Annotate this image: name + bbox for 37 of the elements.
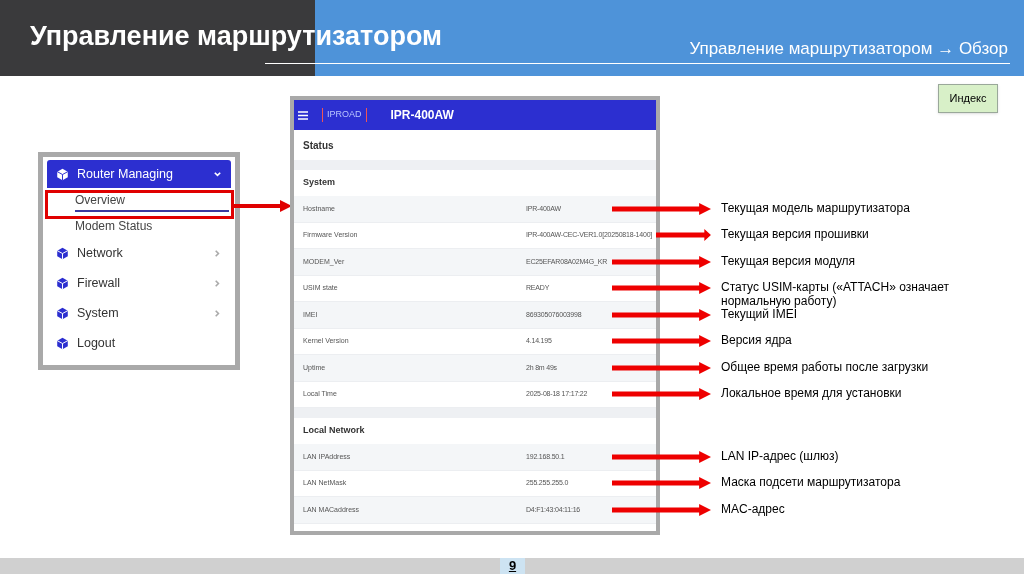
annotation: Маска подсети маршрутизатора xyxy=(721,475,902,490)
submenu-item[interactable]: Overview xyxy=(75,189,229,212)
logo: IPROAD xyxy=(322,108,367,122)
device-model: IPR-400AW xyxy=(390,107,454,124)
pointer-arrow xyxy=(656,229,711,242)
menu-item[interactable]: Network xyxy=(47,238,231,268)
menu-item[interactable]: Firewall xyxy=(47,268,231,298)
page-number: 9 xyxy=(500,558,525,574)
annotation: MAC-адрес xyxy=(721,501,786,516)
menu-item[interactable]: Router Managing xyxy=(47,160,231,188)
page-title: Status xyxy=(303,138,334,153)
section-title: System xyxy=(303,176,336,190)
chevron-right-icon xyxy=(213,278,222,288)
menu-item[interactable]: System xyxy=(47,298,231,328)
chevron-right-icon xyxy=(213,308,222,318)
chevron-down-icon xyxy=(213,169,222,179)
annotation: Текущая модель маршрутизатора xyxy=(721,200,911,215)
breadcrumb: Управление маршрутизатором → Обзор xyxy=(689,38,1008,60)
cube-icon xyxy=(56,167,69,181)
annotation: Текущая версия модуля xyxy=(721,253,857,268)
annotation: Версия ядра xyxy=(721,333,793,348)
chevron-right-icon xyxy=(213,248,222,258)
index-button[interactable]: Индекс xyxy=(938,84,998,113)
pointer-arrow xyxy=(234,199,292,213)
annotation: Общее время работы после загрузки xyxy=(721,359,930,374)
cube-icon xyxy=(56,306,69,320)
annotation: Статус USIM-карты («ATTACH» означает нормальную работу) xyxy=(721,280,950,309)
annotation: Текущая версия прошивки xyxy=(721,227,870,242)
annotation: Локальное время для установки xyxy=(721,386,903,401)
cube-icon xyxy=(56,276,69,290)
menu-item[interactable]: Logout xyxy=(47,328,231,358)
annotation: LAN IP-адрес (шлюз) xyxy=(721,448,840,463)
section-title: Local Network xyxy=(303,424,365,438)
cube-icon xyxy=(56,336,69,350)
submenu-item[interactable]: Modem Status xyxy=(75,215,229,236)
menu-icon[interactable] xyxy=(298,110,308,120)
cube-icon xyxy=(56,246,69,260)
